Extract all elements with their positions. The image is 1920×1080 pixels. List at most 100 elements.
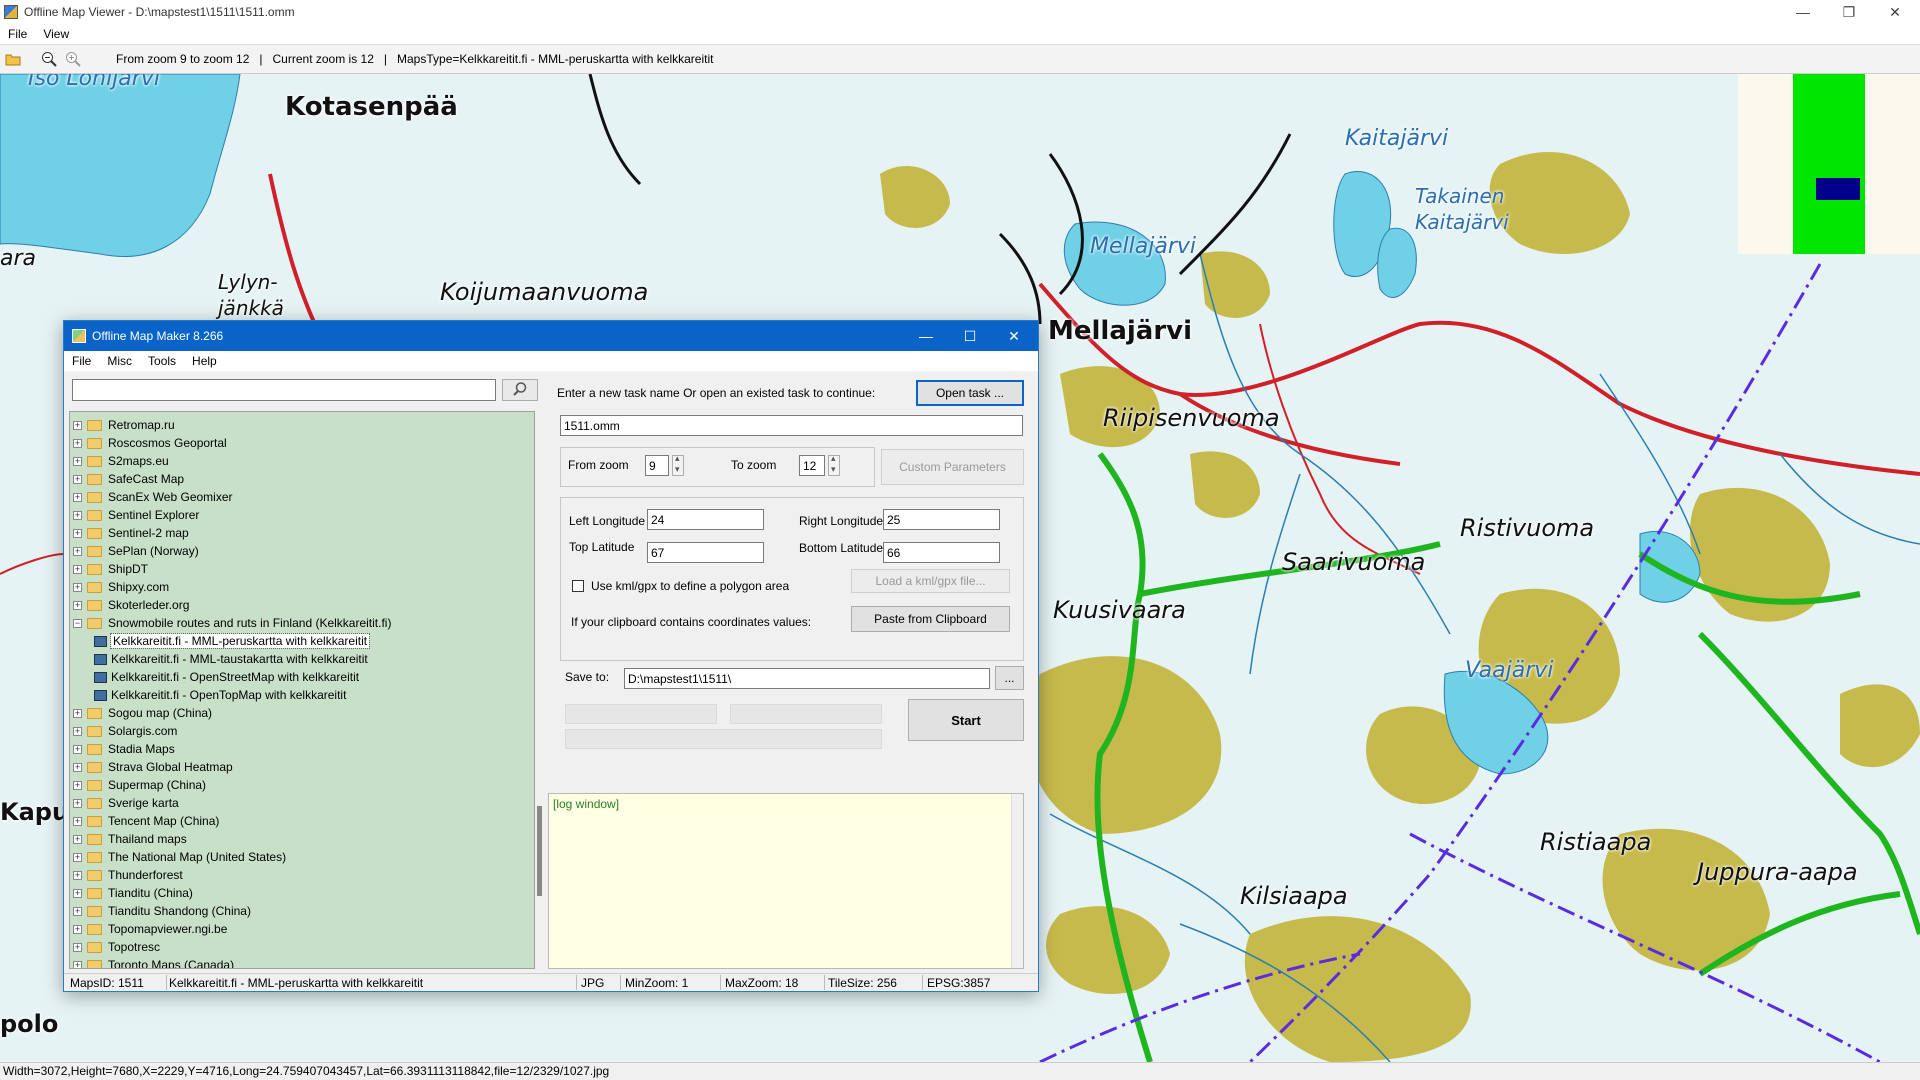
search-input[interactable] — [72, 379, 496, 401]
expand-icon[interactable]: + — [73, 780, 82, 790]
load-kml-button[interactable]: Load a kml/gpx file... — [851, 569, 1010, 593]
tree-folder-item[interactable]: + Strava Global Heatmap — [70, 758, 233, 776]
tree-folder-item[interactable]: + Tencent Map (China) — [70, 812, 219, 830]
minimap-viewport[interactable] — [1816, 178, 1860, 200]
expand-icon[interactable]: + — [73, 438, 82, 448]
log-scrollbar[interactable] — [1011, 794, 1023, 968]
dialog-menu-tools[interactable]: Tools — [140, 354, 184, 368]
to-zoom-input[interactable] — [799, 455, 825, 476]
expand-icon[interactable]: + — [73, 456, 82, 466]
tree-folder-item[interactable]: + ShipDT — [70, 560, 148, 578]
dialog-maximize-icon[interactable]: ☐ — [948, 321, 992, 351]
expand-icon[interactable]: + — [73, 420, 82, 430]
dialog-menu-help[interactable]: Help — [184, 354, 225, 368]
zoom-in-icon[interactable] — [62, 48, 84, 70]
tree-folder-item[interactable]: + Topotresc — [70, 938, 160, 956]
open-folder-icon[interactable] — [2, 48, 24, 70]
tree-folder-item[interactable]: + Roscosmos Geoportal — [70, 434, 227, 452]
tree-folder-item[interactable]: + Solargis.com — [70, 722, 177, 740]
start-button[interactable]: Start — [908, 699, 1024, 741]
tree-folder-item[interactable]: + The National Map (United States) — [70, 848, 286, 866]
expand-icon[interactable]: + — [73, 798, 82, 808]
to-zoom-stepper[interactable] — [828, 453, 840, 476]
tree-folder-item[interactable]: + Shipxy.com — [70, 578, 169, 596]
expand-icon[interactable]: + — [73, 600, 82, 610]
tree-folder-item[interactable]: + Sogou map (China) — [70, 704, 212, 722]
tree-child-item[interactable]: Kelkkareitit.fi - MML-taustakartta with … — [94, 650, 368, 668]
left-longitude-input[interactable] — [647, 509, 764, 530]
dialog-close-icon[interactable]: ✕ — [992, 321, 1036, 351]
tree-folder-item[interactable]: + Topomapviewer.ngi.be — [70, 920, 227, 938]
expand-icon[interactable]: + — [73, 834, 82, 844]
expand-icon[interactable]: + — [73, 924, 82, 934]
custom-parameters-button[interactable]: Custom Parameters — [881, 449, 1024, 485]
top-latitude-input[interactable] — [647, 542, 764, 563]
tree-folder-item[interactable]: + Sverige karta — [70, 794, 179, 812]
expand-icon[interactable]: + — [73, 744, 82, 754]
tree-folder-item[interactable]: + Stadia Maps — [70, 740, 175, 758]
expand-icon[interactable]: + — [73, 582, 82, 592]
zoom-out-icon[interactable] — [38, 48, 60, 70]
tree-folder-item[interactable]: + Tianditu Shandong (China) — [70, 902, 251, 920]
dialog-menu-file[interactable]: File — [64, 354, 99, 368]
tree-folder-item[interactable]: + Thailand maps — [70, 830, 187, 848]
minimize-icon[interactable]: — — [1780, 0, 1826, 24]
collapse-icon[interactable]: − — [73, 618, 82, 628]
from-zoom-stepper[interactable] — [672, 453, 684, 476]
tree-folder-item[interactable]: + Toronto Maps (Canada) — [70, 956, 234, 968]
bottom-latitude-input[interactable] — [883, 542, 1000, 563]
tree-folder-item[interactable]: + Sentinel-2 map — [70, 524, 189, 542]
tree-folder-item[interactable]: + S2maps.eu — [70, 452, 169, 470]
from-zoom-input[interactable] — [645, 455, 669, 476]
dialog-menu-misc[interactable]: Misc — [99, 354, 140, 368]
map-source-tree[interactable]: + Retromap.ru + Roscosmos Geoportal + S2maps.… — [69, 411, 535, 969]
expand-icon[interactable]: + — [73, 942, 82, 952]
paste-clipboard-button[interactable]: Paste from Clipboard — [851, 606, 1010, 632]
tree-folder-item[interactable]: − Snowmobile routes and ruts in Finland (… — [70, 614, 391, 632]
tree-folder-item[interactable]: + SePlan (Norway) — [70, 542, 199, 560]
search-button[interactable] — [502, 379, 538, 401]
tree-scrollbar-thumb[interactable] — [537, 806, 542, 896]
expand-icon[interactable]: + — [73, 816, 82, 826]
tree-folder-item[interactable]: + Sentinel Explorer — [70, 506, 199, 524]
save-to-input[interactable] — [624, 668, 990, 689]
menu-file[interactable]: File — [0, 27, 35, 41]
expand-icon[interactable]: + — [73, 528, 82, 538]
tree-folder-item[interactable]: + Skoterleder.org — [70, 596, 189, 614]
expand-icon[interactable]: + — [73, 726, 82, 736]
expand-icon[interactable]: + — [73, 474, 82, 484]
menu-view[interactable]: View — [35, 27, 77, 41]
tree-folder-item[interactable]: + Supermap (China) — [70, 776, 206, 794]
tree-child-item[interactable]: Kelkkareitit.fi - MML-peruskartta with k… — [94, 632, 371, 650]
expand-icon[interactable]: + — [73, 492, 82, 502]
right-longitude-input[interactable] — [883, 509, 1000, 530]
tree-folder-item[interactable]: + SafeCast Map — [70, 470, 184, 488]
expand-icon[interactable]: + — [73, 708, 82, 718]
folder-icon — [87, 437, 102, 449]
expand-icon[interactable]: + — [73, 888, 82, 898]
open-task-button[interactable]: Open task ... — [916, 380, 1024, 406]
use-kml-checkbox[interactable] — [572, 580, 584, 592]
expand-icon[interactable]: + — [73, 546, 82, 556]
expand-icon[interactable]: + — [73, 906, 82, 916]
expand-icon[interactable]: + — [73, 870, 82, 880]
maximize-icon[interactable]: ❐ — [1826, 0, 1872, 24]
expand-icon[interactable]: + — [73, 852, 82, 862]
task-name-input[interactable] — [560, 415, 1023, 436]
expand-icon[interactable]: + — [73, 564, 82, 574]
minimap[interactable] — [1738, 74, 1920, 254]
tree-child-item[interactable]: Kelkkareitit.fi - OpenTopMap with kelkka… — [94, 686, 346, 704]
expand-icon[interactable]: + — [73, 762, 82, 772]
tree-folder-item[interactable]: + Thunderforest — [70, 866, 183, 884]
expand-icon[interactable]: + — [73, 510, 82, 520]
close-icon[interactable]: ✕ — [1872, 0, 1918, 24]
tree-child-item[interactable]: Kelkkareitit.fi - OpenStreetMap with kel… — [94, 668, 359, 686]
tree-folder-item[interactable]: + Retromap.ru — [70, 416, 175, 434]
browse-button[interactable]: ... — [995, 666, 1024, 690]
log-window[interactable]: [log window] — [548, 793, 1024, 969]
tree-folder-item[interactable]: + ScanEx Web Geomixer — [70, 488, 233, 506]
tree-scrollbar[interactable] — [535, 411, 545, 969]
expand-icon[interactable]: + — [73, 960, 82, 968]
dialog-minimize-icon[interactable]: — — [904, 321, 948, 351]
tree-folder-item[interactable]: + Tianditu (China) — [70, 884, 193, 902]
